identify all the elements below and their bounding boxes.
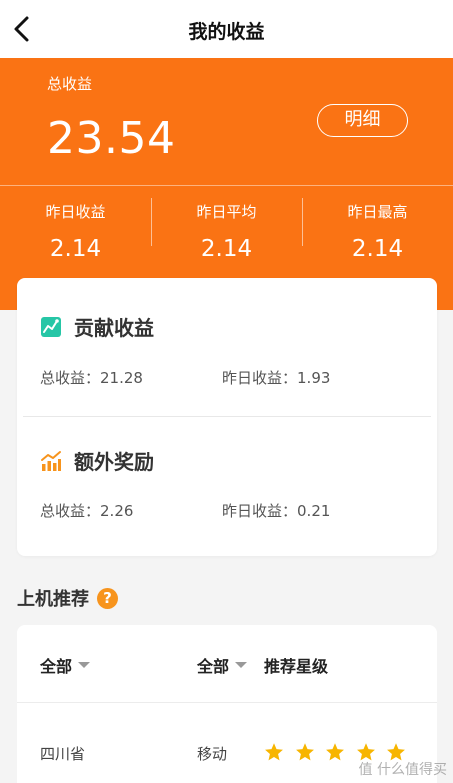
stat-label: 昨日最高: [347, 203, 408, 221]
question-icon[interactable]: ?: [97, 587, 118, 609]
bonus-total-value: 2.26: [100, 502, 134, 520]
bonus-yesterday: 昨日收益：0.21: [222, 500, 330, 521]
card-divider: [23, 416, 431, 417]
row-region: 四川省: [40, 745, 86, 763]
contribution-yesterday: 昨日收益：1.93: [222, 367, 330, 388]
recommend-header: 上机推荐 ?: [17, 585, 118, 611]
page-title: 我的收益: [188, 21, 265, 43]
region-filter[interactable]: 全部: [40, 653, 91, 677]
stat-label: 昨日收益: [45, 203, 106, 221]
bonus-total-label: 总收益：: [40, 502, 101, 520]
operator-filter[interactable]: 全部: [197, 653, 248, 677]
nav-bar: 我的收益: [0, 0, 453, 58]
stat-value: 2.14: [351, 236, 404, 262]
caret-down-icon: [78, 662, 91, 668]
bar-trend-icon: [41, 450, 61, 471]
caret-down-icon: [235, 662, 248, 668]
contribution-title: 贡献收益: [74, 316, 154, 340]
stat-label: 昨日平均: [196, 203, 257, 221]
total-earnings-value: 23.54: [47, 113, 176, 164]
bonus-yesterday-label: 昨日收益：: [222, 502, 298, 520]
region-filter-label: 全部: [40, 657, 73, 676]
stat-yesterday-earnings: 昨日收益 2.14: [0, 201, 151, 262]
star-icon: [295, 743, 314, 761]
star-icon: [265, 743, 283, 761]
stat-value: 2.14: [49, 236, 102, 262]
rating-header: 推荐星级: [264, 657, 329, 676]
contribution-header: 贡献收益: [40, 312, 154, 341]
summary-divider: [0, 185, 453, 186]
contribution-yesterday-value: 1.93: [297, 369, 331, 387]
bonus-yesterday-value: 0.21: [297, 502, 331, 520]
row-operator: 移动: [197, 745, 228, 763]
bonus-header: 额外奖励: [40, 446, 154, 475]
earnings-summary: 总收益 23.54 明细 昨日收益 2.14 昨日平均 2.14 昨日最高 2.…: [0, 58, 453, 310]
contribution-total: 总收益：21.28: [40, 367, 143, 388]
watermark: 值 什么值得买: [358, 762, 447, 778]
stat-value: 2.14: [200, 236, 253, 262]
detail-button[interactable]: 明细: [317, 104, 408, 137]
contribution-total-label: 总收益：: [40, 369, 101, 387]
bonus-total: 总收益：2.26: [40, 500, 133, 521]
star-icon: [326, 743, 344, 761]
table-divider: [17, 702, 437, 703]
recommend-title: 上机推荐: [17, 589, 89, 610]
total-earnings-label: 总收益: [47, 75, 93, 93]
earnings-card: 贡献收益 总收益：21.28 昨日收益：1.93 额外奖励 总收益：2.26 昨…: [17, 278, 437, 556]
contribution-yesterday-label: 昨日收益：: [222, 369, 298, 387]
stat-yesterday-average: 昨日平均 2.14: [151, 201, 302, 262]
contribution-total-value: 21.28: [100, 369, 143, 387]
chart-line-icon: [41, 316, 61, 337]
operator-filter-label: 全部: [197, 657, 230, 676]
stat-yesterday-highest: 昨日最高 2.14: [302, 201, 453, 262]
bonus-title: 额外奖励: [74, 450, 154, 474]
